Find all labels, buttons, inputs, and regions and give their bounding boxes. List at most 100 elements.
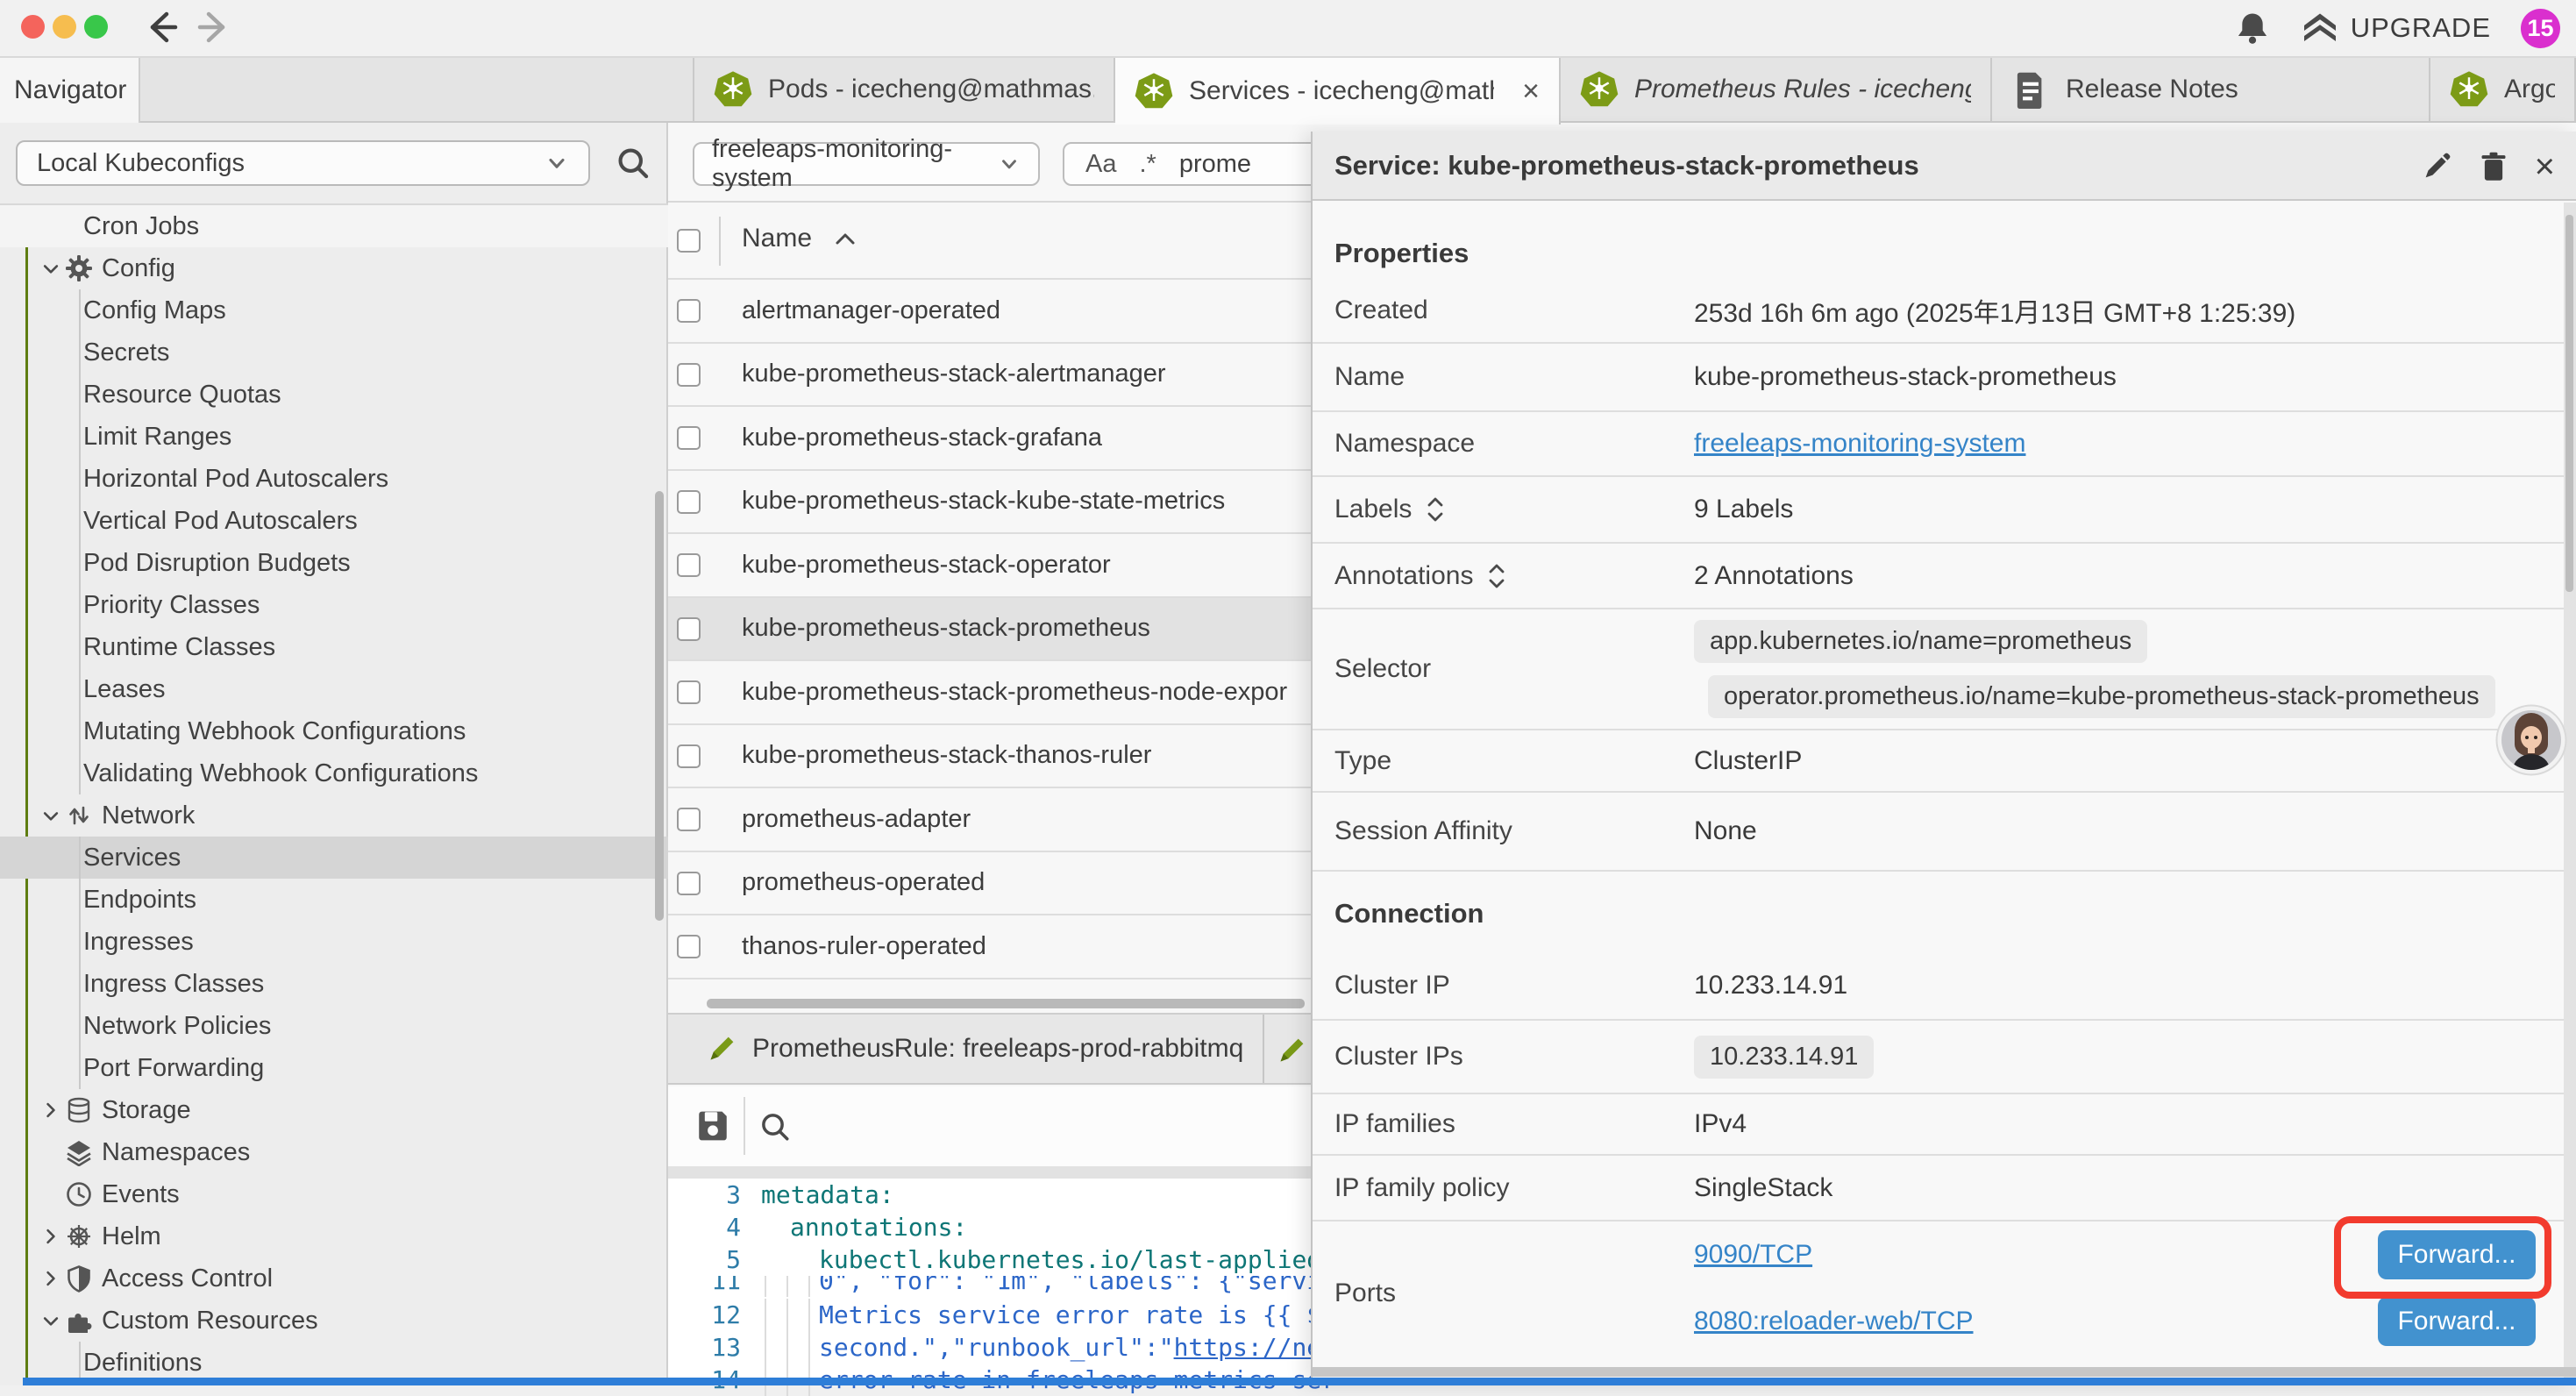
column-header-name[interactable]: Name — [742, 224, 856, 253]
tab-argo-se[interactable]: Argo Se — [2430, 58, 2576, 121]
sidebar-item-label: Endpoints — [83, 886, 196, 915]
table-search-input[interactable]: Aa .* prome — [1063, 142, 1326, 186]
sidebar-item-label: Horizontal Pod Autoscalers — [83, 465, 388, 494]
forward-button[interactable]: Forward... — [2378, 1297, 2536, 1346]
row-checkbox[interactable] — [677, 935, 701, 958]
sidebar-item-vertical-pod-autoscalers[interactable]: Vertical Pod Autoscalers — [0, 500, 668, 542]
port-link[interactable]: 9090/TCP — [1694, 1240, 1812, 1270]
sidebar-item-secrets[interactable]: Secrets — [0, 331, 668, 374]
chevron-right-icon[interactable] — [40, 1100, 61, 1121]
namespace-filter-value: freeleaps-monitoring-system — [712, 135, 998, 193]
upgrade-icon — [2302, 11, 2338, 46]
sidebar-item-mutating-webhook-configurations[interactable]: Mutating Webhook Configurations — [0, 710, 668, 752]
sidebar-item-horizontal-pod-autoscalers[interactable]: Horizontal Pod Autoscalers — [0, 458, 668, 500]
bell-icon[interactable] — [2233, 9, 2272, 47]
expand-collapse-icon[interactable] — [1487, 561, 1506, 591]
sidebar-item-ingress-classes[interactable]: Ingress Classes — [0, 963, 668, 1005]
sidebar-item-pod-disruption-budgets[interactable]: Pod Disruption Budgets — [0, 542, 668, 584]
row-checkbox[interactable] — [677, 808, 701, 831]
edit-icon[interactable] — [2421, 151, 2452, 182]
tab-prometheus-rules-icecheng[interactable]: Prometheus Rules - icecheng... — [1561, 58, 1992, 121]
row-checkbox[interactable] — [677, 744, 701, 768]
close-icon[interactable]: × — [2535, 149, 2555, 184]
save-icon[interactable] — [694, 1108, 731, 1144]
sidebar-item-ingresses[interactable]: Ingresses — [0, 921, 668, 963]
chevron-down-icon[interactable] — [40, 258, 61, 279]
tab-close-icon[interactable]: × — [1522, 76, 1540, 106]
detail-value: 10.233.14.91 — [1694, 952, 2576, 1019]
sidebar-item-resource-quotas[interactable]: Resource Quotas — [0, 374, 668, 416]
namespace-link[interactable]: freeleaps-monitoring-system — [1694, 429, 2025, 459]
table-horizontal-scrollbar[interactable] — [707, 999, 1305, 1008]
maximize-window-button[interactable] — [84, 15, 108, 39]
close-window-button[interactable] — [21, 15, 45, 39]
tab-release-notes[interactable]: Release Notes — [1992, 58, 2430, 121]
sidebar-item-config[interactable]: Config — [0, 247, 668, 289]
chevron-right-icon[interactable] — [40, 1268, 61, 1289]
sidebar-item-helm[interactable]: Helm — [0, 1215, 668, 1257]
sidebar-item-limit-ranges[interactable]: Limit Ranges — [0, 416, 668, 458]
row-checkbox[interactable] — [677, 299, 701, 323]
sidebar-item-port-forwarding[interactable]: Port Forwarding — [0, 1047, 668, 1089]
sidebar-item-label: Vertical Pod Autoscalers — [83, 507, 358, 536]
sidebar-item-events[interactable]: Events — [0, 1173, 668, 1215]
sidebar-item-network[interactable]: Network — [0, 794, 668, 837]
pencil-icon[interactable] — [1277, 1034, 1308, 1065]
sidebar-item-storage[interactable]: Storage — [0, 1089, 668, 1131]
chevron-down-icon[interactable] — [40, 1310, 61, 1331]
sidebar-scrollbar[interactable] — [655, 491, 664, 921]
tab-pods-icecheng-mathmas[interactable]: Pods - icecheng@mathmas... — [693, 58, 1115, 121]
sidebar-item-network-policies[interactable]: Network Policies — [0, 1005, 668, 1047]
detail-scrollbar[interactable] — [2565, 215, 2573, 592]
sidebar-item-namespaces[interactable]: Namespaces — [0, 1131, 668, 1173]
chevron-down-icon[interactable] — [40, 805, 61, 826]
detail-horizontal-scrollbar[interactable] — [1313, 1367, 2576, 1377]
match-case-toggle[interactable]: Aa — [1085, 150, 1116, 179]
notification-badge[interactable]: 15 — [2521, 9, 2560, 48]
tab-navigator[interactable]: Navigator — [0, 58, 140, 123]
row-checkbox[interactable] — [677, 872, 701, 895]
forward-icon[interactable] — [195, 7, 235, 47]
select-all-checkbox[interactable] — [677, 229, 701, 253]
editor-search-icon[interactable] — [758, 1109, 793, 1144]
detail-row-namespace: Namespacefreeleaps-monitoring-system — [1313, 412, 2576, 477]
sidebar-item-leases[interactable]: Leases — [0, 668, 668, 710]
chevron-right-icon[interactable] — [40, 1226, 61, 1247]
back-icon[interactable] — [140, 7, 181, 47]
sidebar-item-label: Runtime Classes — [83, 633, 275, 662]
sidebar-item-custom-resources[interactable]: Custom Resources — [0, 1300, 668, 1342]
minimize-window-button[interactable] — [53, 15, 76, 39]
navigator-tab-label: Navigator — [14, 75, 126, 105]
row-checkbox[interactable] — [677, 363, 701, 387]
editor-tab[interactable]: PrometheusRule: freeleaps-prod-rabbitmq — [668, 1015, 1264, 1083]
tab-label: Prometheus Rules - icecheng... — [1634, 75, 1971, 104]
row-checkbox[interactable] — [677, 617, 701, 641]
row-checkbox[interactable] — [677, 490, 701, 514]
sidebar-item-access-control[interactable]: Access Control — [0, 1257, 668, 1300]
port-link[interactable]: 8080:reloader-web/TCP — [1694, 1307, 1974, 1336]
kubeconfig-selector[interactable]: Local Kubeconfigs — [16, 140, 590, 186]
row-checkbox[interactable] — [677, 426, 701, 450]
sidebar-item-label: Mutating Webhook Configurations — [83, 717, 466, 746]
sidebar-item-label: Definitions — [83, 1349, 202, 1378]
sidebar-item-priority-classes[interactable]: Priority Classes — [0, 584, 668, 626]
row-checkbox[interactable] — [677, 553, 701, 577]
expand-collapse-icon[interactable] — [1426, 495, 1445, 524]
editor-tab-label: PrometheusRule: freeleaps-prod-rabbitmq — [752, 1034, 1243, 1064]
sidebar-item-validating-webhook-configurations[interactable]: Validating Webhook Configurations — [0, 752, 668, 794]
sidebar-item-endpoints[interactable]: Endpoints — [0, 879, 668, 921]
sidebar-item-runtime-classes[interactable]: Runtime Classes — [0, 626, 668, 668]
sidebar-item-services[interactable]: Services — [0, 837, 668, 879]
pencil-icon — [707, 1032, 738, 1064]
sidebar-item-cron-jobs[interactable]: Cron Jobs — [0, 205, 668, 247]
upgrade-button[interactable]: UPGRADE — [2302, 11, 2491, 46]
assistant-avatar[interactable] — [2495, 704, 2567, 776]
detail-value: IPv4 — [1694, 1094, 2576, 1154]
search-icon[interactable] — [614, 144, 652, 182]
row-checkbox[interactable] — [677, 680, 701, 704]
tab-services-icecheng-math[interactable]: Services - icecheng@math...× — [1115, 58, 1561, 125]
namespace-filter-dropdown[interactable]: freeleaps-monitoring-system — [693, 142, 1040, 186]
delete-icon[interactable] — [2479, 151, 2508, 182]
regex-toggle[interactable]: .* — [1139, 150, 1156, 179]
sidebar-item-config-maps[interactable]: Config Maps — [0, 289, 668, 331]
